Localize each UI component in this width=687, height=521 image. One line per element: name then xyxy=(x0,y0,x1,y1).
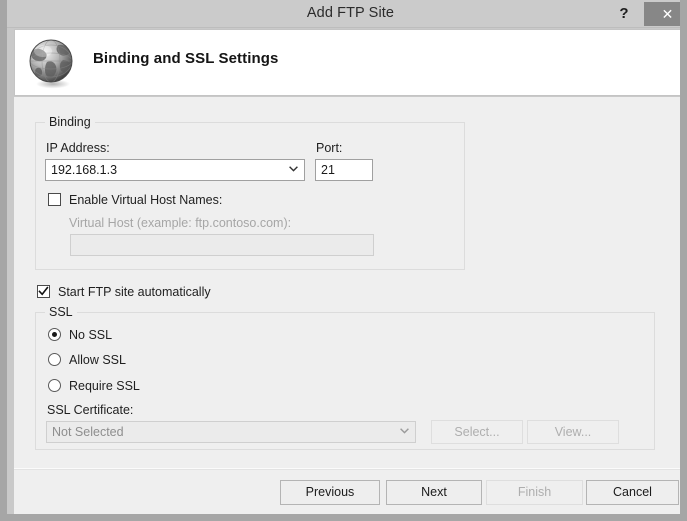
radio-circle xyxy=(48,379,61,392)
radio-circle xyxy=(48,353,61,366)
view-certificate-button: View... xyxy=(527,420,619,444)
next-button[interactable]: Next xyxy=(386,480,482,505)
checkbox-box-checked xyxy=(37,285,50,298)
dialog-body: Binding IP Address: 192.168.1.3 Port: 21… xyxy=(14,97,680,514)
radio-circle-selected xyxy=(48,328,61,341)
close-button[interactable]: ✕ xyxy=(644,2,680,26)
ssl-group-legend: SSL xyxy=(45,305,77,319)
select-certificate-button: Select... xyxy=(431,420,523,444)
ssl-certificate-combo: Not Selected xyxy=(46,421,416,443)
ip-address-value: 192.168.1.3 xyxy=(51,163,118,177)
chevron-down-icon xyxy=(283,160,303,180)
start-ftp-automatically-label: Start FTP site automatically xyxy=(58,285,211,299)
globe-icon xyxy=(25,36,81,90)
radio-require-ssl-label: Require SSL xyxy=(69,379,140,393)
virtual-host-label: Virtual Host (example: ftp.contoso.com): xyxy=(69,216,292,230)
footer-separator xyxy=(14,468,680,470)
chevron-down-icon xyxy=(394,422,414,442)
window-title: Add FTP Site xyxy=(306,5,395,21)
port-input[interactable]: 21 xyxy=(315,159,373,181)
virtual-host-input xyxy=(70,234,374,256)
finish-button: Finish xyxy=(486,480,583,505)
previous-button[interactable]: Previous xyxy=(280,480,380,505)
dialog-window: Add FTP Site ? ✕ Binding and SSL Setting… xyxy=(0,0,687,521)
ssl-certificate-value: Not Selected xyxy=(52,425,124,439)
ip-address-label: IP Address: xyxy=(46,141,110,155)
title-bar: Add FTP Site ? ✕ xyxy=(7,0,680,28)
ip-address-combo[interactable]: 192.168.1.3 xyxy=(45,159,305,181)
page-title: Binding and SSL Settings xyxy=(93,50,279,67)
port-label: Port: xyxy=(316,141,343,155)
help-button[interactable]: ? xyxy=(606,0,642,27)
radio-allow-ssl-label: Allow SSL xyxy=(69,353,126,367)
radio-no-ssl-label: No SSL xyxy=(69,328,113,342)
dialog-header: Binding and SSL Settings xyxy=(14,29,680,96)
cancel-button[interactable]: Cancel xyxy=(586,480,679,505)
ssl-certificate-label: SSL Certificate: xyxy=(47,403,134,417)
binding-group-legend: Binding xyxy=(45,115,95,129)
radio-dot xyxy=(52,332,57,337)
enable-virtual-host-label: Enable Virtual Host Names: xyxy=(69,193,223,207)
checkbox-box xyxy=(48,193,61,206)
